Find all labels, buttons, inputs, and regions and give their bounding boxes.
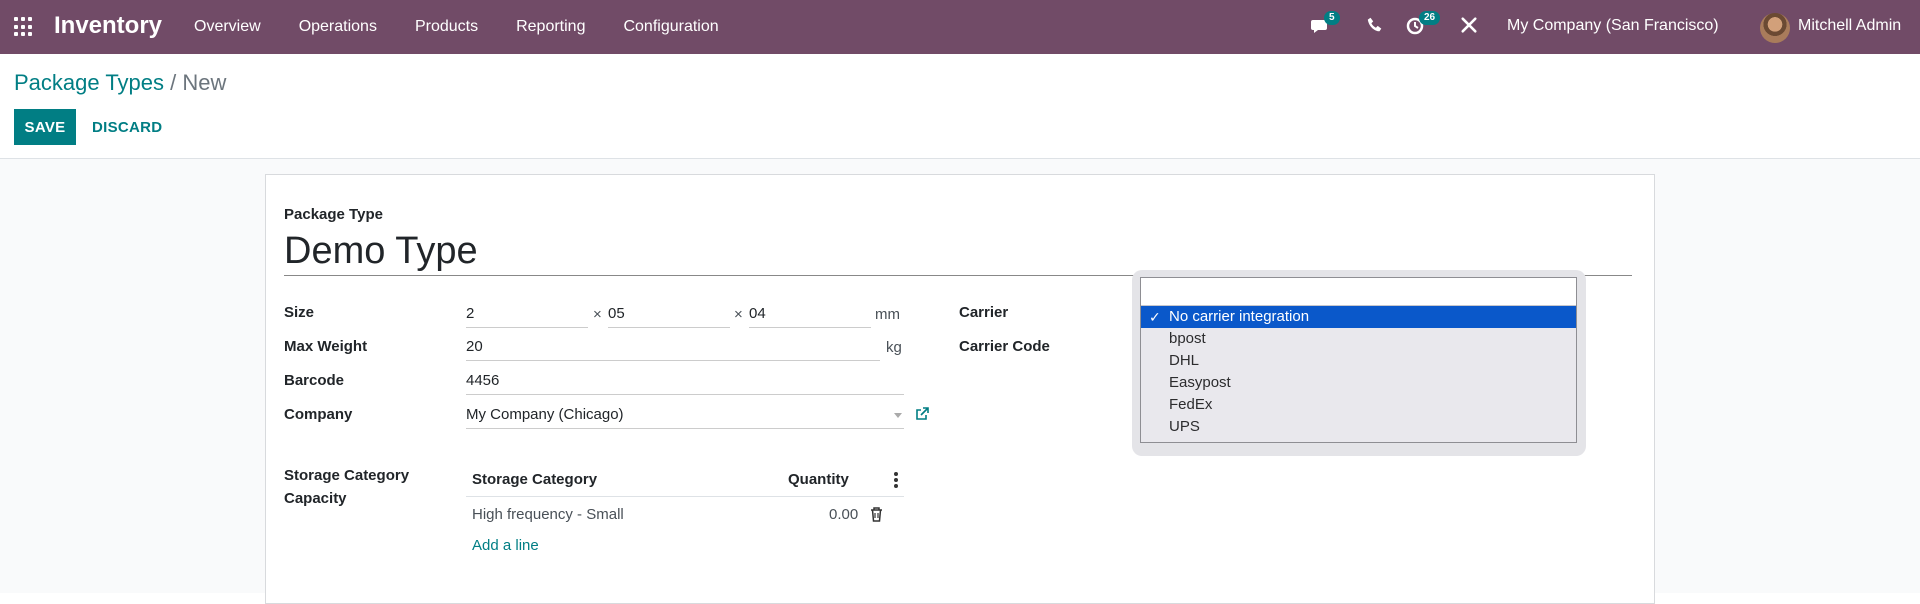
optional-columns-icon[interactable]: [894, 472, 898, 488]
company-select[interactable]: My Company (Chicago): [466, 402, 904, 429]
carrier-option-none[interactable]: ✓ No carrier integration: [1141, 306, 1576, 328]
company-switcher[interactable]: My Company (San Francisco): [1507, 17, 1719, 35]
carrier-code-label: Carrier Code: [959, 338, 1050, 355]
tools-icon[interactable]: [1460, 16, 1482, 38]
menu-operations[interactable]: Operations: [280, 0, 396, 54]
column-storage-category[interactable]: Storage Category: [472, 471, 597, 488]
trash-icon[interactable]: [870, 507, 884, 523]
menu-configuration[interactable]: Configuration: [604, 0, 737, 54]
save-button[interactable]: SAVE: [14, 109, 76, 145]
size-length-input[interactable]: 2: [466, 301, 588, 328]
barcode-label: Barcode: [284, 372, 345, 389]
app-name[interactable]: Inventory: [54, 12, 162, 40]
size-times-1: ×: [593, 306, 602, 323]
menu-reporting[interactable]: Reporting: [497, 0, 604, 54]
external-link-icon[interactable]: [914, 406, 932, 424]
carrier-option-bpost[interactable]: bpost: [1141, 328, 1576, 350]
storage-table-header: Storage Category Quantity: [466, 463, 904, 497]
size-height-input[interactable]: 04: [749, 301, 871, 328]
discard-button[interactable]: DISCARD: [84, 109, 170, 145]
menu-products[interactable]: Products: [396, 0, 497, 54]
carrier-option-fedex[interactable]: FedEx: [1141, 394, 1576, 416]
carrier-dropdown[interactable]: ✓ No carrier integration bpost DHL Easyp…: [1140, 277, 1577, 443]
checkmark-icon: ✓: [1149, 309, 1161, 325]
carrier-dropdown-field[interactable]: [1141, 278, 1576, 306]
add-line-link[interactable]: Add a line: [472, 537, 539, 554]
barcode-input[interactable]: 4456: [466, 368, 904, 395]
breadcrumb-separator: /: [170, 70, 177, 95]
chevron-down-icon: [894, 413, 902, 418]
messages-icon[interactable]: 5: [1310, 11, 1340, 38]
top-navbar: Inventory Overview Operations Products R…: [0, 0, 1920, 54]
messages-badge: 5: [1324, 11, 1340, 25]
company-value: My Company (Chicago): [466, 406, 624, 423]
size-label: Size: [284, 304, 315, 321]
carrier-label: Carrier: [959, 304, 1009, 321]
activities-icon[interactable]: 26: [1405, 11, 1441, 38]
main-menu: Overview Operations Products Reporting C…: [175, 0, 738, 54]
carrier-option-ups[interactable]: UPS: [1141, 416, 1576, 438]
column-quantity[interactable]: Quantity: [788, 471, 849, 488]
weight-unit: kg: [886, 339, 902, 356]
company-label: Company: [284, 406, 353, 423]
row-quantity: 0.00: [829, 506, 859, 523]
row-storage-category: High frequency - Small: [472, 506, 624, 523]
table-row[interactable]: High frequency - Small 0.00: [466, 497, 904, 531]
storage-capacity-label: Storage Category Capacity: [284, 467, 410, 507]
size-unit: mm: [875, 306, 900, 323]
phone-icon[interactable]: [1366, 16, 1388, 38]
size-width-input[interactable]: 05: [608, 301, 730, 328]
user-menu[interactable]: Mitchell Admin: [1798, 17, 1901, 35]
package-type-name-input[interactable]: Demo Type: [284, 228, 1632, 276]
apps-menu-icon[interactable]: [14, 17, 34, 37]
size-times-2: ×: [734, 306, 743, 323]
breadcrumb-package-types[interactable]: Package Types: [14, 70, 164, 95]
carrier-option-dhl[interactable]: DHL: [1141, 350, 1576, 372]
carrier-option-easypost[interactable]: Easypost: [1141, 372, 1576, 394]
breadcrumb: Package Types / New: [14, 70, 226, 96]
breadcrumb-current: New: [182, 70, 227, 95]
max-weight-input[interactable]: 20: [466, 334, 880, 361]
max-weight-label: Max Weight: [284, 338, 368, 355]
menu-overview[interactable]: Overview: [175, 0, 280, 54]
package-type-label: Package Type: [284, 206, 383, 223]
avatar[interactable]: [1760, 13, 1790, 43]
activities-badge: 26: [1419, 11, 1441, 25]
